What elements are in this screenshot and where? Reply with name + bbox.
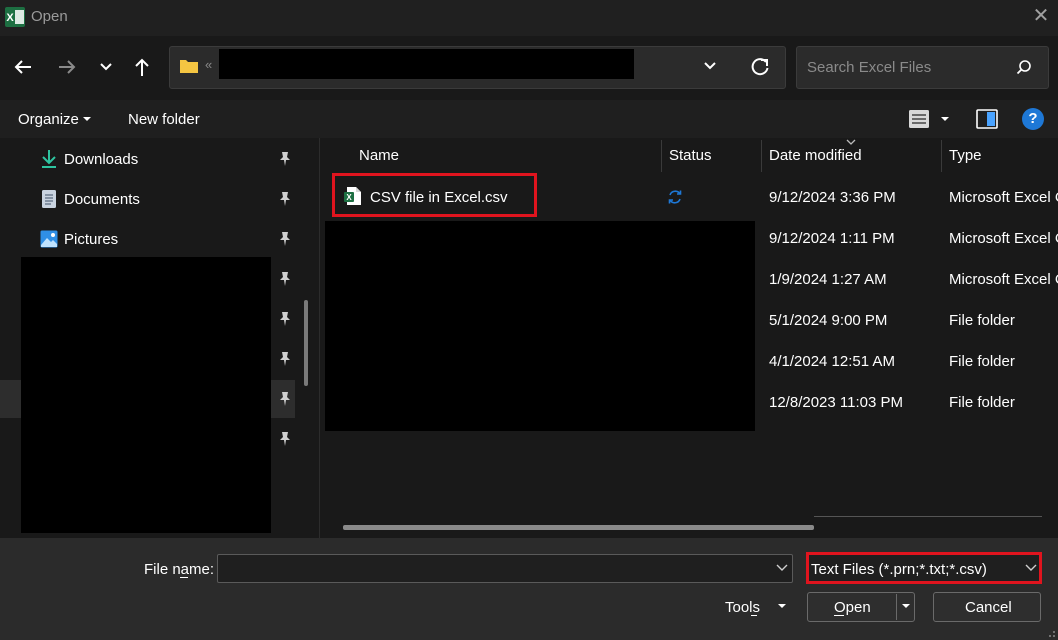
picture-icon (40, 230, 58, 248)
file-type: Microsoft Excel C (949, 271, 1058, 288)
column-divider[interactable] (661, 140, 662, 172)
refresh-icon (751, 58, 769, 76)
chevron-down-icon (704, 62, 716, 70)
window-title: Open (31, 8, 68, 25)
close-icon[interactable]: ✕ (1030, 4, 1052, 28)
excel-app-icon: X (5, 7, 25, 27)
caret-down-icon (778, 604, 786, 608)
selected-nav-highlight (0, 380, 21, 418)
help-icon[interactable]: ? (1022, 108, 1044, 130)
cancel-button-label: Cancel (965, 599, 1012, 616)
pin-icon[interactable] (278, 431, 292, 447)
caret-down-icon (83, 117, 91, 121)
open-button-label: Open (834, 599, 871, 616)
access-key-underline (180, 577, 188, 578)
horizontal-scrollbar[interactable] (343, 525, 814, 530)
recent-locations-button[interactable] (92, 53, 120, 81)
title-bar (0, 0, 1058, 36)
split-divider (896, 594, 897, 620)
pin-icon[interactable] (278, 151, 292, 167)
column-divider[interactable] (941, 140, 942, 172)
column-header-date-modified[interactable]: Date modified (769, 147, 862, 164)
chevron-down-icon (100, 63, 112, 71)
file-type: Microsoft Excel C (949, 189, 1058, 206)
date-modified: 4/1/2024 12:51 AM (769, 353, 895, 370)
access-key-underline (751, 615, 757, 616)
search-icon[interactable] (1016, 59, 1032, 75)
pin-icon[interactable] (278, 191, 292, 207)
highlight-box (332, 173, 537, 217)
search-placeholder: Search Excel Files (807, 59, 932, 76)
redacted-nav-items (21, 257, 271, 533)
file-name-input[interactable] (217, 554, 793, 583)
column-divider[interactable] (761, 140, 762, 172)
sidebar-item-label: Pictures (64, 231, 119, 248)
pin-icon[interactable] (278, 231, 292, 247)
folder-icon (180, 60, 198, 73)
access-key-underline (834, 615, 844, 616)
pin-icon[interactable] (278, 391, 292, 407)
scroll-track-line (814, 516, 1042, 517)
organize-button[interactable]: Organize (18, 111, 79, 128)
resize-grip-icon[interactable] (1046, 628, 1056, 638)
refresh-button[interactable] (749, 56, 771, 78)
address-dropdown-button[interactable] (702, 58, 724, 78)
date-modified: 5/1/2024 9:00 PM (769, 312, 888, 329)
up-button[interactable] (128, 53, 156, 81)
pin-icon[interactable] (278, 271, 292, 287)
pin-icon[interactable] (278, 311, 292, 327)
file-type: File folder (949, 394, 1015, 411)
sort-descending-icon (846, 139, 856, 145)
highlight-box (806, 552, 1042, 584)
sidebar-item-label: Documents (64, 191, 140, 208)
caret-down-icon[interactable] (940, 116, 950, 122)
tools-button[interactable]: Tools (725, 599, 760, 616)
svg-text:X: X (6, 12, 14, 24)
caret-down-icon[interactable] (901, 603, 911, 609)
arrow-right-icon (59, 60, 76, 74)
file-type: File folder (949, 353, 1015, 370)
back-button[interactable] (9, 53, 37, 81)
pane-divider[interactable] (319, 138, 320, 538)
file-name-label: File name: (144, 561, 215, 578)
arrow-left-icon (14, 60, 31, 74)
arrow-up-icon (135, 58, 149, 76)
date-modified: 9/12/2024 1:11 PM (769, 230, 895, 247)
new-folder-button[interactable]: New folder (128, 111, 200, 128)
redacted-path (219, 49, 634, 79)
document-icon (42, 190, 56, 208)
pin-icon[interactable] (278, 351, 292, 367)
forward-button[interactable] (53, 53, 81, 81)
preview-pane-icon[interactable] (976, 109, 998, 129)
view-options-icon[interactable] (908, 109, 930, 129)
download-icon (42, 150, 56, 168)
sidebar-item-label: Downloads (64, 151, 139, 168)
column-header-type[interactable]: Type (949, 147, 982, 164)
file-type: File folder (949, 312, 1015, 329)
sync-icon (668, 190, 682, 204)
column-header-status[interactable]: Status (669, 147, 712, 164)
redacted-file-names (325, 221, 755, 431)
column-header-name[interactable]: Name (359, 147, 399, 164)
date-modified: 9/12/2024 3:36 PM (769, 189, 896, 206)
date-modified: 12/8/2023 11:03 PM (769, 394, 903, 411)
breadcrumb-overflow[interactable]: « (205, 57, 212, 72)
chevron-down-icon[interactable] (776, 564, 788, 572)
date-modified: 1/9/2024 1:27 AM (769, 271, 887, 288)
nav-pane-scrollbar[interactable] (304, 300, 308, 386)
file-type: Microsoft Excel C (949, 230, 1058, 247)
